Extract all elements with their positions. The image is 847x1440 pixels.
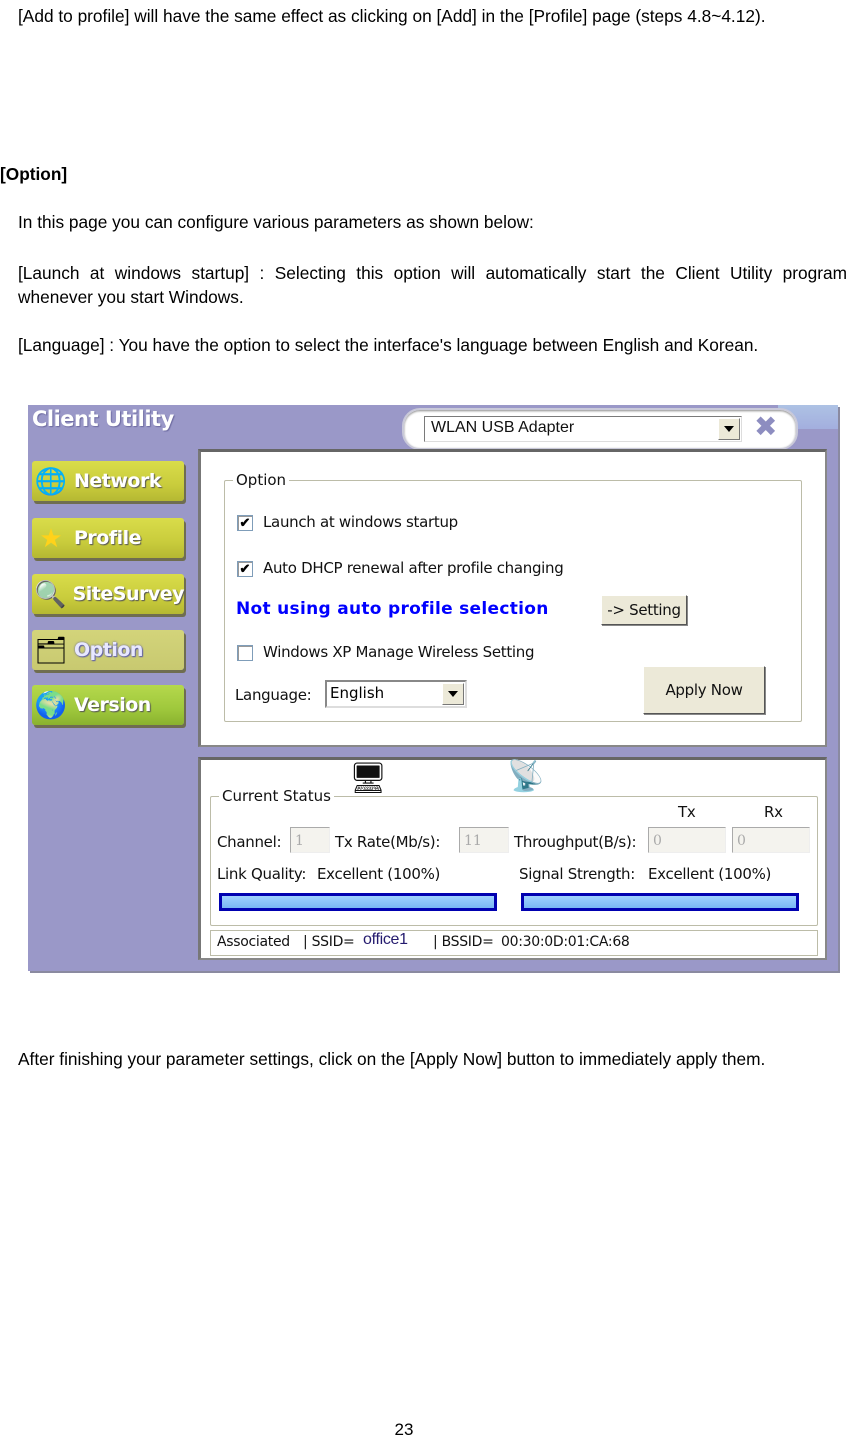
link-quality-value: Excellent (100%) xyxy=(317,865,441,883)
auto-dhcp-label: Auto DHCP renewal after profile changing xyxy=(263,559,564,577)
launch-startup-label: Launch at windows startup xyxy=(263,513,458,531)
option-group-label: Option xyxy=(233,471,290,489)
adapter-value: WLAN USB Adapter xyxy=(431,419,575,436)
closing-paragraph: After finishing your parameter settings,… xyxy=(18,1049,766,1069)
section-heading: [Option] xyxy=(0,164,68,184)
xp-manage-label: Windows XP Manage Wireless Setting xyxy=(263,643,535,661)
apply-now-button[interactable]: Apply Now xyxy=(643,666,765,714)
option-group: Option ✔ Launch at windows startup ✔ Aut… xyxy=(224,471,802,722)
throughput-tx-field: 0 xyxy=(648,827,726,853)
channel-label: Channel: xyxy=(217,833,282,851)
link-quality-bar xyxy=(219,893,497,911)
network-computer-icon: 🖥 xyxy=(349,761,387,796)
globe-network-icon: 🌐 xyxy=(34,465,68,496)
rx-header: Rx xyxy=(764,803,783,821)
adapter-select[interactable]: WLAN USB Adapter xyxy=(424,416,742,442)
link-quality-label: Link Quality: xyxy=(217,865,307,883)
nav-option-label: Option xyxy=(74,639,143,661)
wireless-adapter-icon: 📡 xyxy=(507,759,545,794)
magnifier-icon: 🔍 xyxy=(34,578,67,609)
folder-settings-icon: 🗂 xyxy=(34,634,68,665)
nav-profile-label: Profile xyxy=(74,527,142,549)
chevron-down-icon[interactable] xyxy=(718,418,740,440)
current-status-label: Current Status xyxy=(219,787,334,805)
intro-paragraph: [Add to profile] will have the same effe… xyxy=(18,6,766,26)
close-icon[interactable]: ✖ xyxy=(754,412,777,442)
globe-icon: 🌍 xyxy=(34,689,68,720)
connection-state: Associated xyxy=(217,934,290,950)
nav-profile[interactable]: ★ Profile xyxy=(32,518,184,558)
status-panel: Current Status 🖥 📡 Tx Rx Channel: 1 Tx R… xyxy=(198,757,827,960)
throughput-label: Throughput(B/s): xyxy=(514,833,637,851)
chevron-down-icon[interactable] xyxy=(442,683,464,705)
signal-strength-bar xyxy=(521,893,799,911)
signal-strength-label: Signal Strength: xyxy=(519,865,635,883)
tx-header: Tx xyxy=(678,803,696,821)
paragraph-language: [Language] : You have the option to sele… xyxy=(18,335,759,355)
nav-sitesurvey[interactable]: 🔍 SiteSurvey xyxy=(32,574,185,614)
nav-network-label: Network xyxy=(74,470,161,492)
option-panel: Option ✔ Launch at windows startup ✔ Aut… xyxy=(198,449,827,747)
paragraph-intro-option: In this page you can configure various p… xyxy=(18,212,534,232)
setting-button[interactable]: -> Setting xyxy=(601,595,687,625)
launch-startup-checkbox[interactable]: ✔ xyxy=(237,515,253,531)
ssid-value: office1 xyxy=(363,931,408,948)
adapter-bar: WLAN USB Adapter ✖ xyxy=(402,408,798,450)
language-value: English xyxy=(330,684,385,702)
signal-strength-value: Excellent (100%) xyxy=(648,865,772,883)
bssid-label: | BSSID= xyxy=(433,934,494,950)
channel-field: 1 xyxy=(290,827,330,853)
xp-manage-checkbox[interactable] xyxy=(237,645,253,661)
language-label: Language: xyxy=(235,686,312,704)
auto-dhcp-checkbox[interactable]: ✔ xyxy=(237,561,253,577)
nav-version[interactable]: 🌍 Version xyxy=(32,685,184,725)
nav-network[interactable]: 🌐 Network xyxy=(32,461,184,501)
nav-sitesurvey-label: SiteSurvey xyxy=(72,583,185,605)
nav-version-label: Version xyxy=(74,694,151,716)
throughput-rx-field: 0 xyxy=(732,827,810,853)
client-utility-window: Client Utility WLAN USB Adapter ✖ 🌐 Netw… xyxy=(28,405,838,971)
link-quality-bar-fill xyxy=(222,896,494,908)
app-title: Client Utility xyxy=(32,407,174,431)
page-number: 23 xyxy=(394,1420,414,1439)
tx-rate-label: Tx Rate(Mb/s): xyxy=(335,833,441,851)
current-status-group: Current Status 🖥 📡 Tx Rx Channel: 1 Tx R… xyxy=(210,759,818,926)
nav-option[interactable]: 🗂 Option xyxy=(32,630,184,670)
bssid-value: 00:30:0D:01:CA:68 xyxy=(501,934,630,950)
language-select[interactable]: English xyxy=(325,680,467,708)
ssid-label: | SSID= xyxy=(303,934,355,950)
auto-profile-status: Not using auto profile selection xyxy=(236,599,549,619)
signal-strength-bar-fill xyxy=(524,896,796,908)
paragraph-launch-startup: [Launch at windows startup] : Selecting … xyxy=(18,263,847,307)
tx-rate-field: 11 xyxy=(459,827,509,853)
star-icon: ★ xyxy=(39,522,63,553)
connection-statusbar: Associated | SSID= office1 | BSSID= 00:3… xyxy=(210,930,818,956)
